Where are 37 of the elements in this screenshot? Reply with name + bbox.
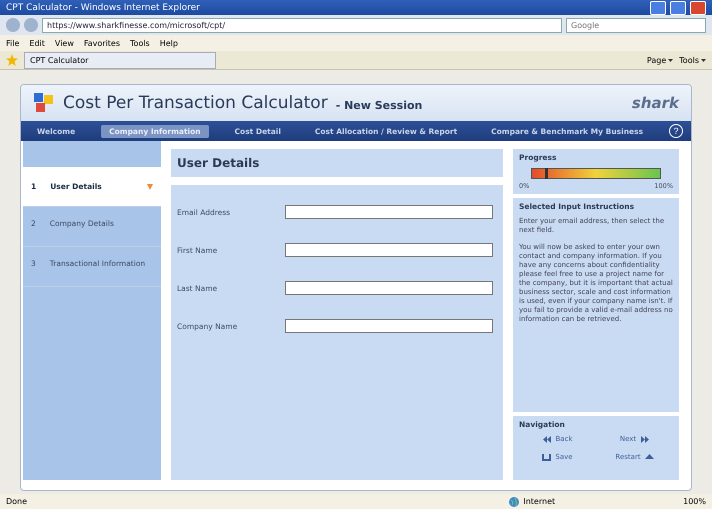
menu-item[interactable]: Edit bbox=[29, 38, 45, 48]
globe-icon bbox=[509, 496, 520, 506]
zoom-level[interactable]: 100% bbox=[683, 497, 706, 506]
app-title: Cost Per Transaction Calculator bbox=[63, 93, 328, 113]
maximize-button[interactable] bbox=[670, 0, 686, 14]
caret-icon bbox=[668, 58, 674, 62]
form-title: User Details bbox=[171, 149, 503, 177]
double-left-arrow-icon bbox=[542, 436, 552, 442]
window-title: CPT Calculator - Windows Internet Explorer bbox=[6, 2, 201, 12]
toolbar-menu[interactable]: Page bbox=[646, 56, 674, 64]
menu-item[interactable]: Help bbox=[160, 38, 178, 48]
input-field[interactable] bbox=[285, 205, 493, 219]
status-text: Done bbox=[6, 497, 28, 506]
help-button[interactable]: ? bbox=[669, 124, 683, 138]
menu-item[interactable]: Favorites bbox=[84, 38, 120, 48]
input-field[interactable] bbox=[285, 281, 493, 295]
menu-item[interactable]: Tools bbox=[130, 38, 150, 48]
close-button[interactable] bbox=[690, 0, 706, 14]
star-icon[interactable] bbox=[6, 54, 18, 66]
logo-icon bbox=[33, 92, 55, 114]
up-arrow-icon bbox=[644, 454, 654, 460]
input-field[interactable] bbox=[285, 319, 493, 333]
search-field[interactable]: Google bbox=[566, 18, 706, 32]
caret-icon bbox=[701, 58, 706, 62]
browser-tab[interactable]: CPT Calculator bbox=[24, 52, 216, 68]
session-subtitle: - New Session bbox=[336, 98, 422, 112]
security-zone: Internet bbox=[523, 497, 556, 506]
address-field[interactable]: https://www.sharkfinesse.com/microsoft/cpt/ bbox=[42, 18, 562, 32]
menu-item[interactable]: File bbox=[6, 38, 20, 48]
toolbar-menu[interactable]: Tools bbox=[679, 56, 706, 64]
menu-item[interactable]: View bbox=[54, 38, 74, 48]
input-field[interactable] bbox=[285, 243, 493, 257]
minimize-button[interactable] bbox=[650, 0, 666, 14]
double-right-arrow-icon bbox=[640, 436, 650, 442]
save-icon bbox=[542, 454, 552, 460]
pointer-icon bbox=[147, 184, 153, 190]
brand-logo: shark bbox=[632, 94, 679, 112]
